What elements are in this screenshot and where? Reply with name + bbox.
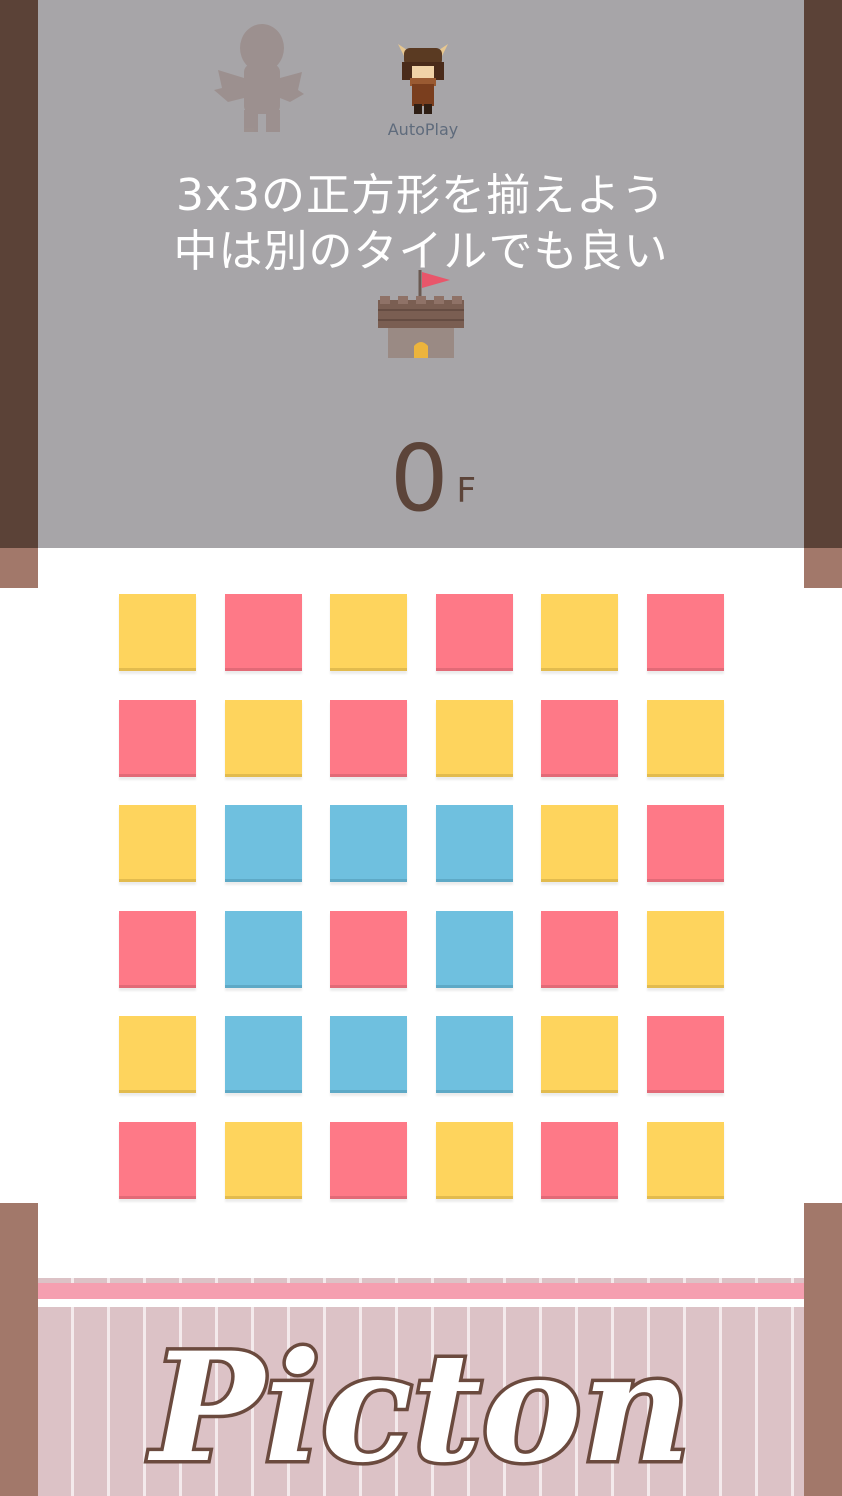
banner-white-stripe [38, 1299, 804, 1307]
angel-character-icon[interactable] [214, 18, 304, 138]
instruction-line-1: 3x3の正方形を揃えよう [175, 170, 667, 221]
viking-character-icon[interactable] [388, 40, 458, 120]
tile-yellow[interactable] [436, 700, 513, 777]
tile-pink[interactable] [647, 594, 724, 671]
tile-yellow[interactable] [647, 1122, 724, 1199]
tile-yellow[interactable] [541, 594, 618, 671]
instruction-text: 3x3の正方形を揃えよう 中は別のタイルでも良い [0, 168, 842, 280]
floor-unit: F [456, 471, 477, 511]
tile-pink[interactable] [225, 594, 302, 671]
tile-pink[interactable] [330, 700, 407, 777]
autoplay-label[interactable]: AutoPlay [378, 120, 468, 139]
tile-blue[interactable] [225, 805, 302, 882]
right-pillar-cap [804, 548, 842, 588]
tile-blue[interactable] [225, 911, 302, 988]
tile-blue[interactable] [330, 805, 407, 882]
banner-pink-stripe [38, 1283, 804, 1299]
tile-pink[interactable] [647, 805, 724, 882]
tile-yellow[interactable] [119, 594, 196, 671]
tile-pink[interactable] [541, 1122, 618, 1199]
left-pillar-bottom [0, 1203, 38, 1496]
floor-counter: 0F [390, 425, 477, 532]
tile-yellow[interactable] [541, 805, 618, 882]
tile-yellow[interactable] [647, 911, 724, 988]
left-pillar-cap [0, 548, 38, 588]
tile-yellow[interactable] [119, 1016, 196, 1093]
tile-blue[interactable] [330, 1016, 407, 1093]
tile-pink[interactable] [436, 594, 513, 671]
picton-logo: Picton [144, 1317, 695, 1496]
tile-pink[interactable] [330, 1122, 407, 1199]
tile-yellow[interactable] [119, 805, 196, 882]
logo-text: Picton [147, 1320, 691, 1496]
tile-pink[interactable] [119, 911, 196, 988]
tile-pink[interactable] [541, 700, 618, 777]
tile-yellow[interactable] [647, 700, 724, 777]
tile-pink[interactable] [330, 911, 407, 988]
tile-yellow[interactable] [225, 1122, 302, 1199]
tile-pink[interactable] [119, 1122, 196, 1199]
tile-pink[interactable] [647, 1016, 724, 1093]
tile-yellow[interactable] [436, 1122, 513, 1199]
floor-number: 0 [390, 425, 449, 532]
tile-yellow[interactable] [225, 700, 302, 777]
tile-blue[interactable] [436, 805, 513, 882]
tile-yellow[interactable] [330, 594, 407, 671]
tile-blue[interactable] [436, 911, 513, 988]
tile-pink[interactable] [119, 700, 196, 777]
tile-blue[interactable] [436, 1016, 513, 1093]
tile-yellow[interactable] [541, 1016, 618, 1093]
castle-icon [378, 270, 464, 358]
tile-pink[interactable] [541, 911, 618, 988]
right-pillar-bottom [804, 1203, 842, 1496]
tile-blue[interactable] [225, 1016, 302, 1093]
